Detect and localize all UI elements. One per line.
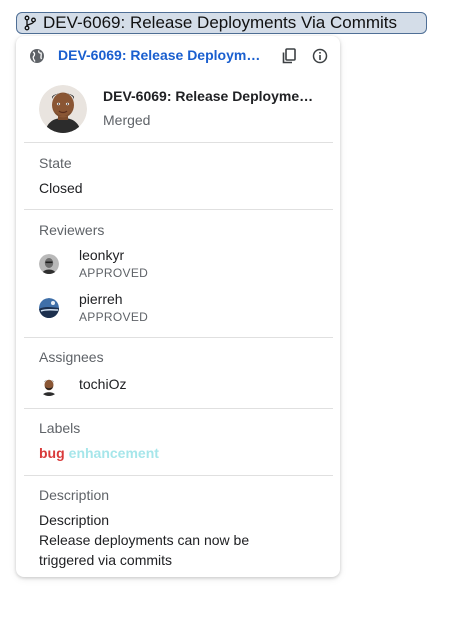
pr-title: DEV-6069: Release Deployments Via Commit…	[103, 88, 318, 104]
info-icon[interactable]	[311, 47, 329, 65]
pull-request-card: DEV-6069: Release Deployments Via Commit…	[16, 36, 340, 577]
globe-icon	[29, 48, 45, 64]
reviewer-avatar	[39, 254, 59, 274]
reviewers-label: Reviewers	[39, 222, 105, 238]
pull-request-chip[interactable]: DEV-6069: Release Deployments Via Commit…	[16, 12, 427, 34]
description-line: Description	[39, 512, 110, 528]
divider	[24, 142, 333, 143]
reviewer-status: APPROVED	[79, 310, 149, 324]
divider	[24, 475, 333, 476]
description-label: Description	[39, 487, 110, 503]
labels-list: bug enhancement	[39, 445, 159, 461]
state-value: Closed	[39, 180, 83, 196]
state-label: State	[39, 155, 72, 171]
label-enhancement[interactable]: enhancement	[69, 445, 159, 461]
divider	[24, 408, 333, 409]
reviewer-name[interactable]: leonkyr	[79, 247, 124, 263]
chip-label: DEV-6069: Release Deployments Via Commit…	[43, 13, 398, 32]
pull-request-link[interactable]: DEV-6069: Release Deployments Via Commit…	[58, 47, 268, 63]
copy-icon[interactable]	[280, 47, 298, 65]
author-avatar	[39, 85, 87, 133]
divider	[24, 337, 333, 338]
description-line: Release deployments can now be	[39, 532, 250, 548]
reviewer-avatar	[39, 298, 59, 318]
labels-label: Labels	[39, 420, 81, 436]
assignee-avatar	[39, 376, 59, 396]
description-text: Description Release deployments can now …	[39, 510, 319, 570]
assignees-label: Assignees	[39, 349, 104, 365]
pr-status: Merged	[103, 112, 151, 128]
divider	[24, 209, 333, 210]
git-branch-icon	[23, 15, 37, 31]
description-line: triggered via commits	[39, 552, 173, 568]
assignee-name[interactable]: tochiOz	[79, 376, 126, 392]
reviewer-status: APPROVED	[79, 266, 149, 280]
reviewer-name[interactable]: pierreh	[79, 291, 123, 307]
label-bug[interactable]: bug	[39, 445, 65, 461]
